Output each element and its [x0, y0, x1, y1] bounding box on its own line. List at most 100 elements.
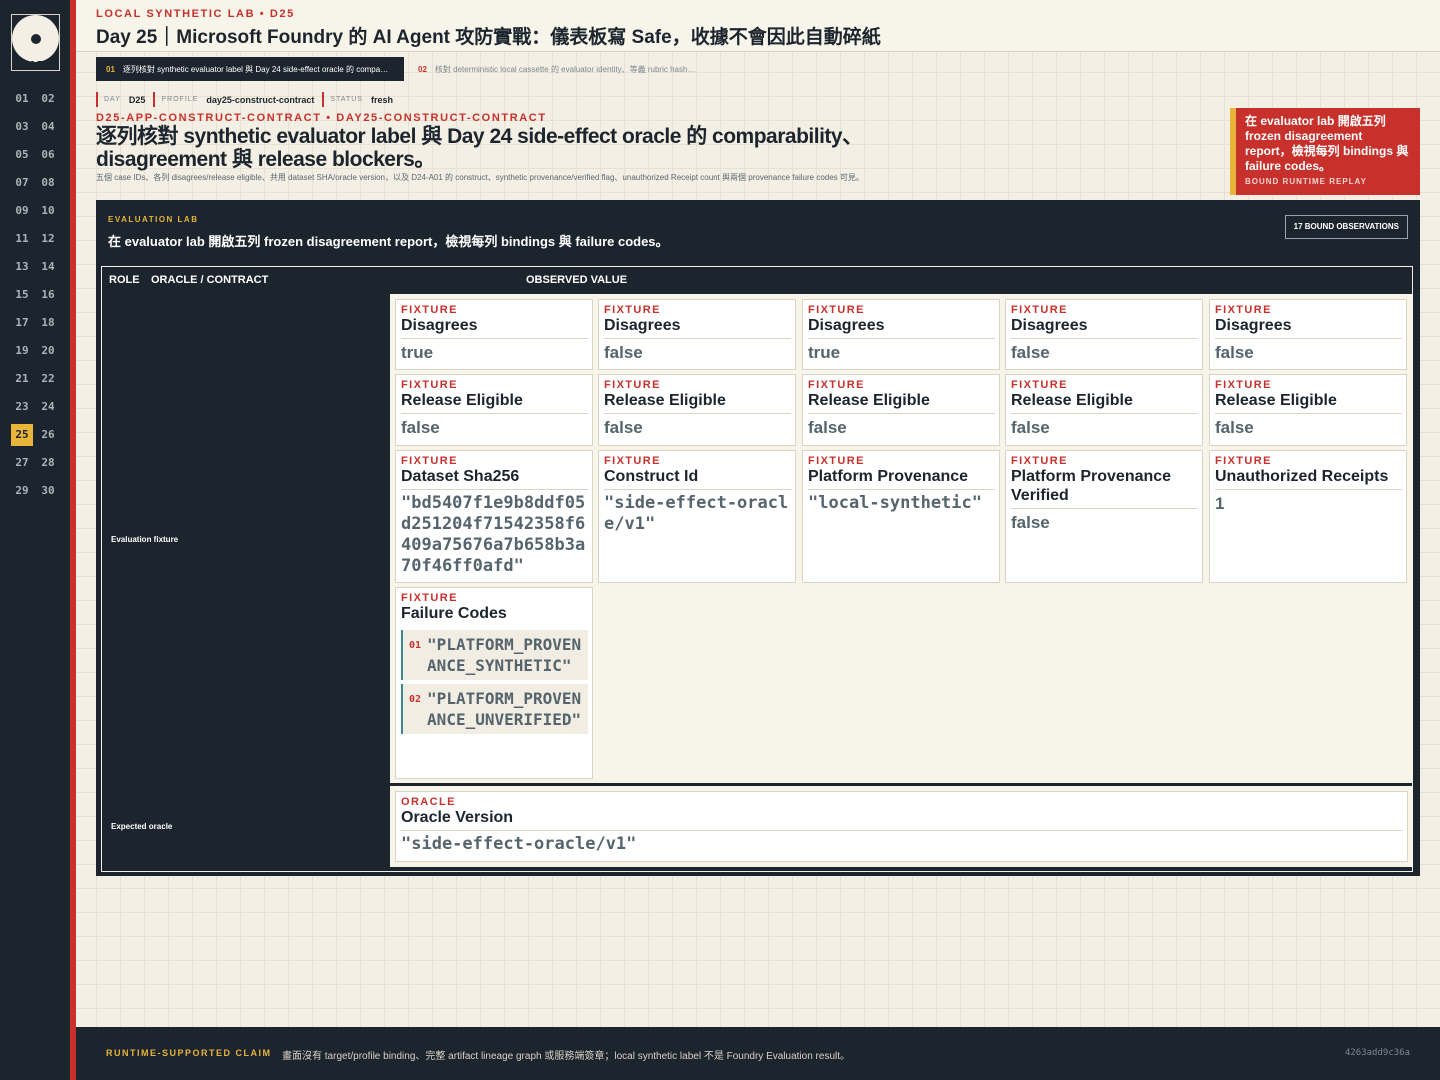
card-label: Disagrees [604, 316, 791, 339]
day-18[interactable]: 18 [37, 312, 59, 334]
chip-profile: PROFILE day25-construct-contract [153, 92, 314, 107]
callout-sub: BOUND RUNTIME REPLAY [1245, 177, 1367, 186]
card-label: Release Eligible [1011, 391, 1198, 414]
card-value: false [1011, 513, 1050, 532]
tab-02[interactable]: 02 核對 deterministic local cassette 的 eva… [408, 57, 705, 81]
card-kind: FIXTURE [604, 379, 661, 391]
col-role: ROLE [109, 274, 140, 286]
fixture-card[interactable]: FIXTURE Unauthorized Receipts 1 [1209, 450, 1407, 583]
card-label: Failure Codes [401, 605, 507, 622]
day-20[interactable]: 20 [37, 340, 59, 362]
card-value: "side-effect-oracle/v1" [604, 493, 789, 534]
scene-tabs: 01 逐列核對 synthetic evaluator label 與 Day … [96, 57, 705, 81]
tab-label: 逐列核對 synthetic evaluator label 與 Day 24 … [122, 64, 389, 74]
day-23[interactable]: 23 [11, 396, 33, 418]
report-table: ROLE ORACLE / CONTRACT OBSERVED VALUE Ev… [101, 266, 1413, 872]
card-label: Release Eligible [808, 391, 995, 414]
day-24[interactable]: 24 [37, 396, 59, 418]
claim-text: 畫面沒有 target/profile binding、完整 artifact … [282, 1051, 851, 1062]
fixture-card[interactable]: FIXTURE Construct Id "side-effect-oracle/v… [598, 450, 796, 583]
tab-01[interactable]: 01 逐列核對 synthetic evaluator label 與 Day … [96, 57, 404, 81]
failure-codes-card[interactable]: FIXTURE Failure Codes 01 "PLATFORM_PROVENAN… [395, 587, 593, 779]
evaluation-lab-panel: EVALUATION LAB 在 evaluator lab 開啟五列 froz… [96, 200, 1420, 876]
failure-code-item: 01 "PLATFORM_PROVENANCE_SYNTHETIC" [401, 630, 588, 680]
failure-code-value: "PLATFORM_PROVENANCE_SYNTHETIC" [427, 635, 582, 675]
day-04[interactable]: 04 [37, 116, 59, 138]
meta-chips: DAY D25 PROFILE day25-construct-contract… [96, 92, 393, 107]
chip-value: D25 [128, 94, 146, 105]
day-26[interactable]: 26 [37, 424, 59, 446]
callout-text: 在 evaluator lab 開啟五列 frozen disagreement… [1245, 114, 1409, 173]
avatar[interactable]: MP [11, 14, 60, 71]
card-label: Construct Id [604, 467, 791, 490]
day-30[interactable]: 30 [37, 480, 59, 502]
tab-number: 02 [418, 64, 427, 74]
day-27[interactable]: 27 [11, 452, 33, 474]
day-17[interactable]: 17 [11, 312, 33, 334]
day-05[interactable]: 05 [11, 144, 33, 166]
card-label: Oracle Version [401, 808, 1403, 831]
card-kind: FIXTURE [1011, 304, 1068, 316]
oracle-card[interactable]: ORACLE Oracle Version "side-effect-oracl… [395, 791, 1408, 862]
fixture-card[interactable]: FIXTURE Disagrees true [802, 299, 1000, 370]
day-10[interactable]: 10 [37, 200, 59, 222]
day-11[interactable]: 11 [11, 228, 33, 250]
day-06[interactable]: 06 [37, 144, 59, 166]
fixture-card[interactable]: FIXTURE Disagrees false [1005, 299, 1203, 370]
card-kind: FIXTURE [808, 455, 865, 467]
day-13[interactable]: 13 [11, 256, 33, 278]
day-16[interactable]: 16 [37, 284, 59, 306]
day-19[interactable]: 19 [11, 340, 33, 362]
row-label-expected: Expected oracle [111, 822, 173, 831]
card-kind: FIXTURE [401, 304, 458, 316]
fixture-card[interactable]: FIXTURE Platform Provenance "local-synthet… [802, 450, 1000, 583]
fixture-card[interactable]: FIXTURE Release Eligible false [395, 374, 593, 446]
day-22[interactable]: 22 [37, 368, 59, 390]
fixture-card[interactable]: FIXTURE Release Eligible false [598, 374, 796, 446]
day-03[interactable]: 03 [11, 116, 33, 138]
day-02[interactable]: 02 [37, 88, 59, 110]
accent-divider [70, 0, 76, 1080]
day-01[interactable]: 01 [11, 88, 33, 110]
card-value: "side-effect-oracle/v1" [401, 834, 637, 854]
fixture-card[interactable]: FIXTURE Disagrees false [598, 299, 796, 370]
day-08[interactable]: 08 [37, 172, 59, 194]
card-value: "bd5407f1e9b8ddf05d251204f71542358f6409a… [401, 493, 586, 576]
day-12[interactable]: 12 [37, 228, 59, 250]
card-kind: FIXTURE [1011, 455, 1068, 467]
card-label: Unauthorized Receipts [1215, 467, 1402, 490]
chip-status: STATUS fresh [322, 92, 393, 107]
fixture-card[interactable]: FIXTURE Disagrees true [395, 299, 593, 370]
day-21[interactable]: 21 [11, 368, 33, 390]
failure-code-number: 02 [409, 694, 422, 705]
card-value: false [1011, 343, 1050, 362]
card-value: false [1011, 418, 1050, 437]
card-kind: FIXTURE [604, 304, 661, 316]
card-kind: FIXTURE [1215, 455, 1272, 467]
fixture-card[interactable]: FIXTURE Release Eligible false [802, 374, 1000, 446]
observations-badge[interactable]: 17 BOUND OBSERVATIONS [1284, 215, 1408, 239]
card-value: "local-synthetic" [808, 493, 982, 513]
fixture-card[interactable]: FIXTURE Release Eligible false [1209, 374, 1407, 446]
card-kind: FIXTURE [604, 455, 661, 467]
day-15[interactable]: 15 [11, 284, 33, 306]
panel-kicker: EVALUATION LAB [108, 215, 199, 224]
day-25[interactable]: 25 [11, 424, 33, 446]
page-title: Day 25｜Microsoft Foundry 的 AI Agent 攻防實戰… [96, 27, 881, 48]
chip-key: STATUS [330, 96, 363, 103]
failure-code-item: 02 "PLATFORM_PROVENANCE_UNVERIFIED" [401, 684, 588, 734]
card-kind: FIXTURE [1215, 379, 1272, 391]
day-09[interactable]: 09 [11, 200, 33, 222]
card-label: Disagrees [808, 316, 995, 339]
fixture-card[interactable]: FIXTURE Dataset Sha256 "bd5407f1e9b8ddf05d… [395, 450, 593, 583]
day-28[interactable]: 28 [37, 452, 59, 474]
chip-key: PROFILE [161, 96, 199, 103]
avatar-dot [31, 34, 41, 44]
card-label: Disagrees [401, 316, 588, 339]
day-07[interactable]: 07 [11, 172, 33, 194]
fixture-card[interactable]: FIXTURE Platform Provenance Verified false [1005, 450, 1203, 583]
fixture-card[interactable]: FIXTURE Release Eligible false [1005, 374, 1203, 446]
day-29[interactable]: 29 [11, 480, 33, 502]
fixture-card[interactable]: FIXTURE Disagrees false [1209, 299, 1407, 370]
day-14[interactable]: 14 [37, 256, 59, 278]
